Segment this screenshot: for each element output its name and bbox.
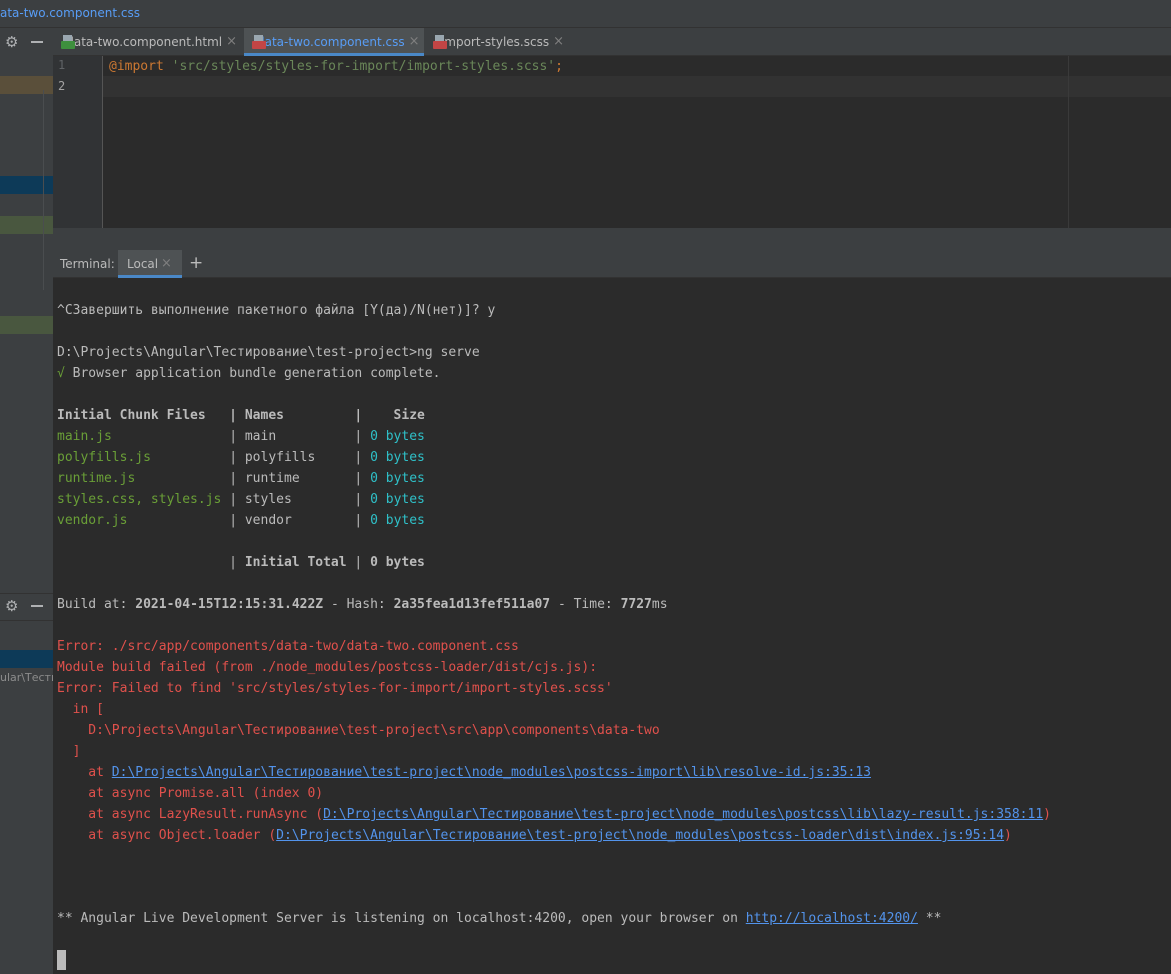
close-icon[interactable]: × [161,250,172,278]
close-icon[interactable]: × [553,34,570,49]
title-bar: ata-two.component.css [0,0,1171,28]
file-link[interactable]: D:\Projects\Angular\Тестирование\test-pr… [323,807,1043,822]
error-line: D:\Projects\Angular\Тестирование\test-pr… [57,723,660,738]
project-panel-toolbar: ⚙ [0,31,53,53]
scss-file-icon [433,34,447,49]
file-link[interactable]: D:\Projects\Angular\Тестирование\test-pr… [112,765,871,780]
tree-row-selected[interactable] [0,176,53,194]
terminal-line: √ Browser application bundle generation … [57,366,441,381]
gear-icon[interactable]: ⚙ [5,595,18,617]
at-rule-token: @import [109,59,164,74]
close-icon[interactable]: × [226,34,243,49]
check-icon: √ [57,366,65,381]
error-line: Module build failed (from ./node_modules… [57,660,598,675]
right-margin-guide [1068,56,1069,228]
minimize-icon[interactable] [31,605,43,607]
caret-line-highlight [53,76,1171,97]
tab-data-two-component-css[interactable]: data-two.component.css × [244,28,426,56]
path-fragment: ular\Тестир [0,671,53,684]
editor-tab-bar: data-two.component.html × data-two.compo… [53,28,1171,56]
stack-line: at D:\Projects\Angular\Тестирование\test… [57,765,871,780]
terminal-header: Terminal: Local × + [53,250,1171,278]
error-line: in [ [57,702,104,717]
tab-import-styles-scss[interactable]: import-styles.scss × [425,28,570,55]
window-title: ata-two.component.css [0,6,141,20]
stack-line: at async Promise.all (index 0) [57,786,324,801]
left-tool-panel: ⚙ ⚙ ular\Тестир [0,28,53,974]
code-editor[interactable]: 1 2 @import 'src/styles/styles-for-impor… [53,56,1171,228]
panel-divider [0,593,53,594]
chunk-row: styles.css, styles.js | styles | 0 bytes [57,492,425,507]
file-link[interactable]: D:\Projects\Angular\Тестирование\test-pr… [276,828,1004,843]
code-line-1[interactable]: @import 'src/styles/styles-for-import/im… [109,57,563,76]
chunk-row: main.js | main | 0 bytes [57,429,425,444]
tree-row-modified[interactable] [0,316,53,334]
terminal-line: ^CЗавершить выполнение пакетного файла [… [57,303,496,318]
stack-line: at async LazyResult.runAsync (D:\Project… [57,807,1051,822]
terminal-cursor [57,950,66,970]
gear-icon[interactable]: ⚙ [5,31,18,53]
close-icon[interactable]: × [409,34,426,49]
chunk-row: polyfills.js | polyfills | 0 bytes [57,450,425,465]
tree-scroll-divider [43,90,44,290]
terminal-tab-local[interactable]: Local × [118,250,182,278]
server-status-line: ** Angular Live Development Server is li… [57,911,942,926]
chunk-table-header: Initial Chunk Files | Names | Size [57,408,425,423]
terminal-tab-label: Local [127,257,159,271]
new-terminal-icon[interactable]: + [189,250,203,277]
line-number-gutter: 1 2 [53,56,103,228]
panel-splitter[interactable] [53,228,1171,250]
localhost-link[interactable]: http://localhost:4200/ [746,911,918,926]
bottom-panel-toolbar: ⚙ [0,595,53,617]
panel-divider [0,620,53,621]
chunk-row: vendor.js | vendor | 0 bytes [57,513,425,528]
chunk-row: runtime.js | runtime | 0 bytes [57,471,425,486]
stack-line: at async Object.loader (D:\Projects\Angu… [57,828,1012,843]
tree-row-highlight[interactable] [0,76,53,94]
error-line: Error: ./src/app/components/data-two/dat… [57,639,519,654]
list-row-selected[interactable] [0,650,53,668]
build-info-line: Build at: 2021-04-15T12:15:31.422Z - Has… [57,597,668,612]
error-line: Error: Failed to find 'src/styles/styles… [57,681,613,696]
line-number: 2 [58,79,66,93]
tab-label: import-styles.scss [440,34,550,49]
tab-label: data-two.component.html [66,34,223,49]
chunk-total-row: | Initial Total | 0 bytes [57,555,425,570]
terminal-output[interactable]: ^CЗавершить выполнение пакетного файла [… [53,278,1171,974]
string-token: 'src/styles/styles-for-import/import-sty… [171,59,556,74]
minimize-icon[interactable] [31,41,43,43]
semicolon-token: ; [555,59,563,74]
tab-label: data-two.component.css [257,34,405,49]
tab-data-two-component-html[interactable]: data-two.component.html × [53,28,243,55]
terminal-line: D:\Projects\Angular\Тестирование\test-pr… [57,345,480,360]
line-number: 1 [58,58,66,72]
terminal-label: Terminal: [60,257,115,271]
error-line: ] [57,744,81,759]
tree-row-modified[interactable] [0,216,53,234]
